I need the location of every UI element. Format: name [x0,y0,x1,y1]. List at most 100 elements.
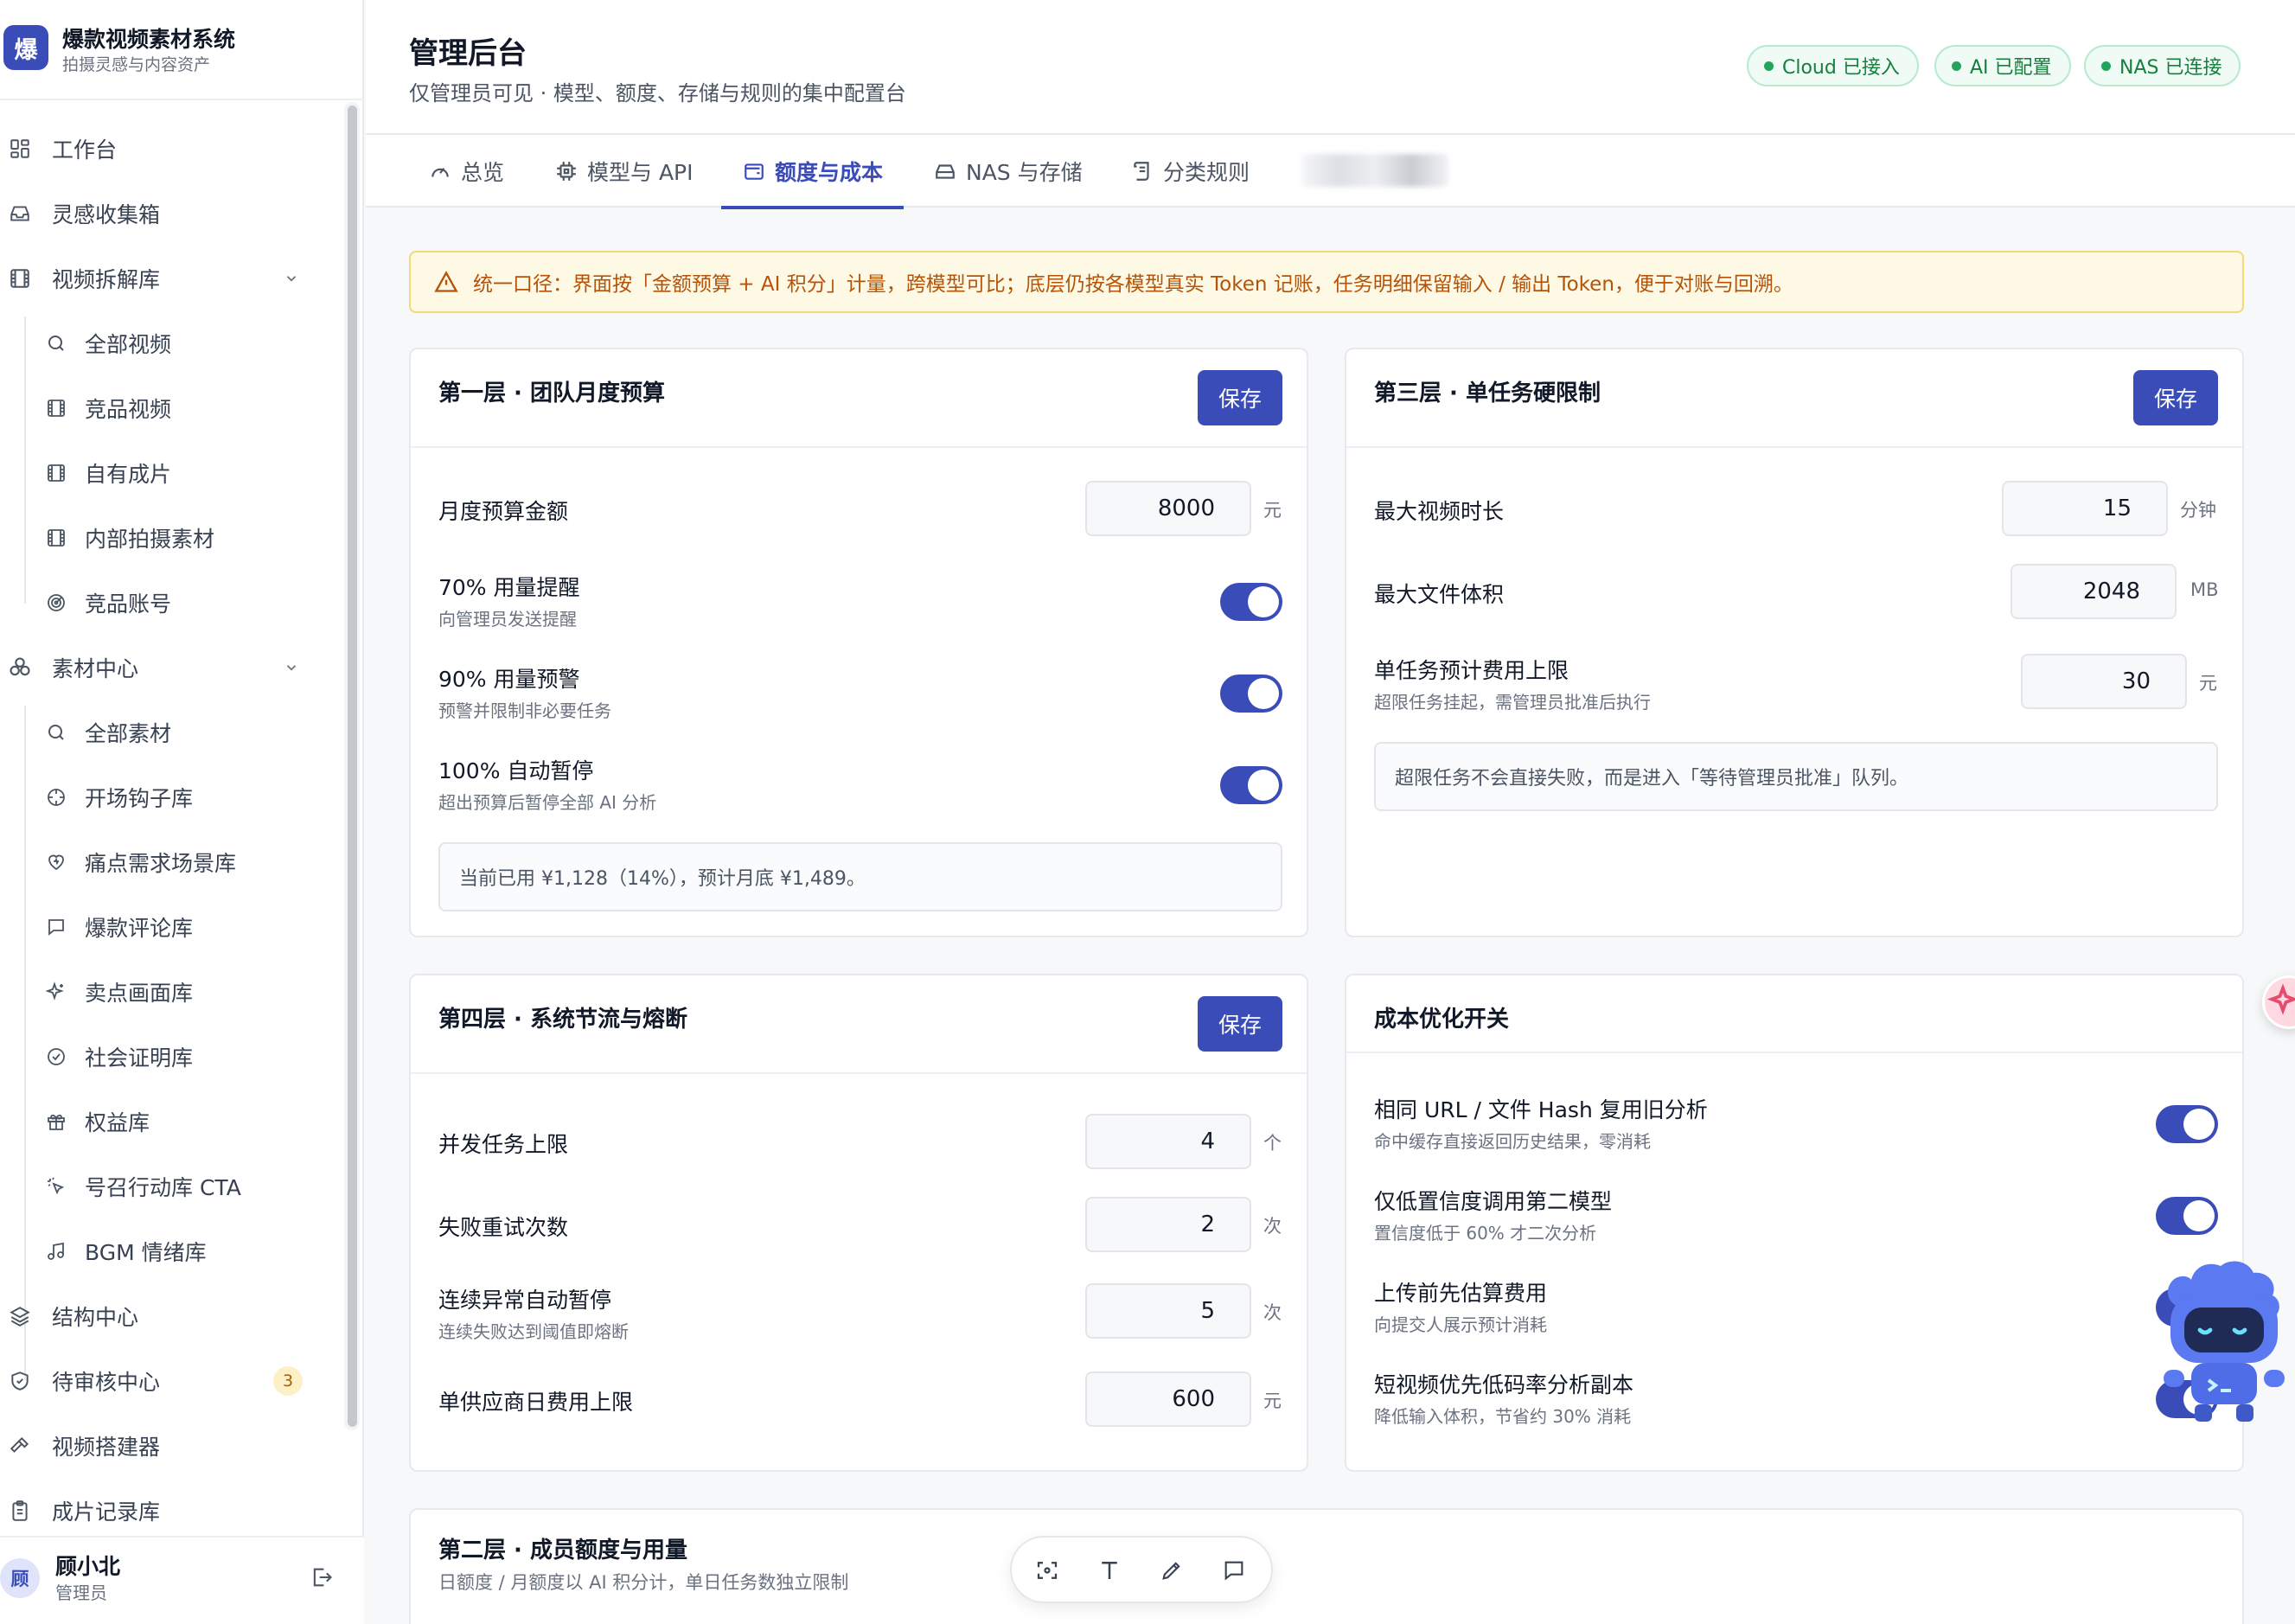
sidebar-item-cta-library[interactable]: 号召行动库 CTA [0,1159,329,1214]
max-filesize-input[interactable] [2011,564,2177,619]
field-hint: 连续失败达到阈值即熔断 [438,1321,629,1342]
save-button[interactable]: 保存 [1198,996,1282,1052]
sidebar-item-hook-library[interactable]: 开场钩子库 [0,770,329,825]
text-icon[interactable] [1093,1554,1126,1587]
sidebar-item-internal-footage[interactable]: 内部拍摄素材 [0,510,329,566]
sidebar-item-own-videos[interactable]: 自有成片 [0,445,329,501]
page-title: 管理后台 [409,36,527,71]
sidebar-item-competitor-accounts[interactable]: 竞品账号 [0,575,329,630]
field-hint: 超限任务挂起，需管理员批准后执行 [1374,692,1651,713]
toggle-label: 100% 自动暂停 [438,758,594,783]
screenshot-icon[interactable] [1031,1554,1064,1587]
sidebar-item-bgm-library[interactable]: BGM 情绪库 [0,1224,329,1279]
second-model-toggle[interactable] [2156,1197,2218,1235]
sidebar-item-video-builder[interactable]: 视频搭建器 [0,1418,329,1474]
sidebar-item-social-proof-library[interactable]: 社会证明库 [0,1029,329,1084]
sidebar-item-label: 竞品账号 [85,591,172,617]
tab-classification-rules[interactable]: 分类规则 [1130,135,1250,208]
toggle-row: 70% 用量提醒 向管理员发送提醒 [438,571,1282,630]
sidebar-item-assets-center[interactable]: 素材中心 [0,640,329,695]
brand-subtitle: 拍摄灵感与内容资产 [62,55,211,74]
toggle-hint: 预警并限制非必要任务 [438,700,611,721]
comment-icon[interactable] [1218,1554,1250,1587]
chevron-down-icon[interactable] [282,269,301,288]
sidebar-item-label: 竞品视频 [85,397,172,422]
vendor-daily-cap-input[interactable] [1085,1371,1251,1427]
save-button[interactable]: 保存 [2133,370,2218,425]
sidebar-nav: 工作台 灵感收集箱 视频拆解库 全部视频 竞品视频 自有成片 内部拍摄素材 竞品… [0,100,342,1536]
sidebar-item-label: 工作台 [52,137,118,163]
assets-icon [7,655,33,681]
retry-input[interactable] [1085,1197,1251,1252]
alert-90-toggle[interactable] [1220,675,1282,713]
logout-icon[interactable] [308,1563,336,1591]
concurrency-input[interactable] [1085,1114,1251,1169]
sidebar-item-label: 视频拆解库 [52,267,161,292]
info-alert: 统一口径：界面按「金额预算 + AI 积分」计量，跨模型可比；底层仍按各模型真实… [409,251,2244,313]
field-unit: 元 [1263,1391,1282,1411]
sidebar-item-comment-library[interactable]: 爆款评论库 [0,899,329,955]
alert-70-toggle[interactable] [1220,583,1282,621]
circuit-breaker-input[interactable] [1085,1283,1251,1339]
cache-reuse-toggle[interactable] [2156,1105,2218,1143]
sidebar-item-label: 开场钩子库 [85,786,194,811]
field-label: 连续异常自动暂停 [438,1288,612,1313]
optimize-card: 成本优化开关 相同 URL / 文件 Hash 复用旧分析 命中缓存直接返回历史… [1345,974,2244,1472]
tab-quota-cost[interactable]: 额度与成本 [720,135,905,209]
status-badge-cloud: Cloud 已接入 [1747,45,1919,86]
chevron-down-icon[interactable] [282,658,301,677]
toggle-hint: 降低输入体积，节省约 30% 消耗 [1374,1406,1632,1427]
shield-icon [7,1368,33,1394]
main-content: 管理后台 仅管理员可见 · 模型、额度、存储与规则的集中配置台 Cloud 已接… [366,0,2295,1624]
sidebar-item-selling-point-library[interactable]: 卖点画面库 [0,964,329,1020]
field-unit: MB [2190,579,2219,600]
field-label: 并发任务上限 [438,1132,569,1157]
retry-row: 失败重试次数 次 [438,1197,1282,1252]
sidebar-item-finished-videos[interactable]: 成片记录库 [0,1483,329,1536]
sidebar-item-workbench[interactable]: 工作台 [0,121,329,176]
sidebar-item-inbox[interactable]: 灵感收集箱 [0,186,329,241]
gauge-icon [428,159,452,183]
sidebar-item-structure-center[interactable]: 结构中心 [0,1288,329,1344]
sidebar-item-all-videos[interactable]: 全部视频 [0,316,329,371]
toggle-hint: 超出预算后暂停全部 AI 分析 [438,792,657,813]
sidebar-item-review-center[interactable]: 待审核中心 3 [0,1353,329,1409]
music-icon [43,1238,69,1264]
sidebar-item-video-library[interactable]: 视频拆解库 [0,251,329,306]
page-header: 管理后台 仅管理员可见 · 模型、额度、存储与规则的集中配置台 Cloud 已接… [366,0,2295,135]
tab-models-api[interactable]: 模型与 API [554,135,694,208]
field-label: 单供应商日费用上限 [438,1390,634,1415]
auto-pause-toggle[interactable] [1220,766,1282,804]
toggle-label: 上传前先估算费用 [1374,1281,1548,1306]
toggle-label: 70% 用量提醒 [438,575,580,600]
toggle-row: 90% 用量预警 预警并限制非必要任务 [438,662,1282,721]
max-duration-input[interactable] [2002,481,2168,536]
budget-usage-note: 当前已用 ¥1,128（14%），预计月底 ¥1,489。 [438,842,1282,911]
sidebar-item-label: 成片记录库 [52,1499,161,1525]
sidebar-item-benefits-library[interactable]: 权益库 [0,1094,329,1149]
wallet-icon [742,159,766,183]
toggle-row: 上传前先估算费用 向提交人展示预计消耗 [1374,1276,2218,1335]
robot-mascot-icon[interactable] [2150,1256,2295,1432]
sidebar-item-competitor-videos[interactable]: 竞品视频 [0,380,329,436]
max-cost-input[interactable] [2021,654,2187,709]
page-subtitle: 仅管理员可见 · 模型、额度、存储与规则的集中配置台 [409,81,906,105]
tab-nas-storage[interactable]: NAS 与存储 [933,135,1083,208]
field-label: 单任务预计费用上限 [1374,658,1569,683]
sidebar-item-pain-point-library[interactable]: 痛点需求场景库 [0,834,329,890]
assistant-fab[interactable] [2262,975,2295,1029]
throttle-card: 第四层 · 系统节流与熔断 保存 并发任务上限 个 失败重试次数 次 连续异常自… [409,974,1308,1472]
status-text: Cloud 已接入 [1782,57,1900,79]
toggle-row: 100% 自动暂停 超出预算后暂停全部 AI 分析 [438,754,1282,813]
inbox-icon [7,201,33,227]
sidebar-item-label: 素材中心 [52,656,139,681]
sidebar-item-label: 爆款评论库 [85,916,194,941]
save-button[interactable]: 保存 [1198,370,1282,425]
tab-overview[interactable]: 总览 [428,135,504,208]
pen-icon[interactable] [1155,1554,1188,1587]
budget-amount-input[interactable] [1085,481,1251,536]
chip-icon [554,159,579,183]
sidebar-scrollbar-thumb[interactable] [348,105,357,1427]
sidebar-item-label: 灵感收集箱 [52,202,161,227]
sidebar-item-all-assets[interactable]: 全部素材 [0,705,329,760]
